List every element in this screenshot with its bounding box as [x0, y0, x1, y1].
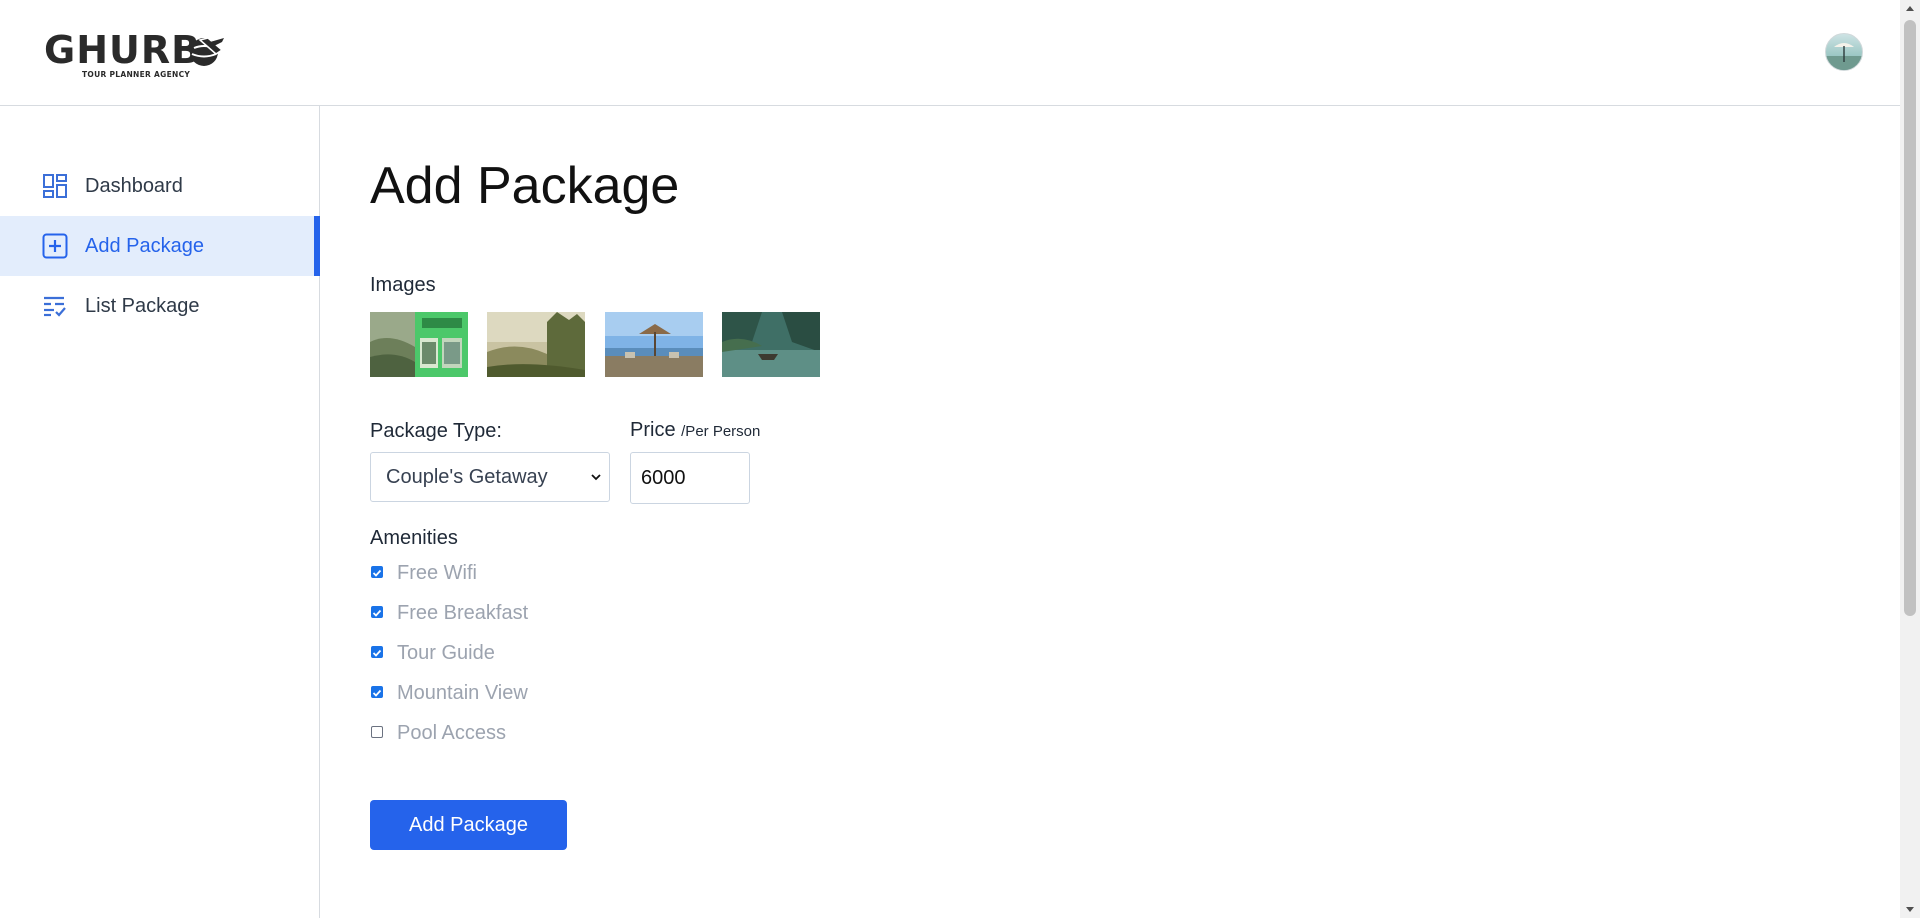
package-image-thumbnail[interactable] [370, 312, 468, 377]
checkmark-icon [372, 649, 382, 657]
amenity-label: Free Wifi [397, 562, 477, 584]
dashboard-icon [43, 174, 67, 198]
sidebar-item-dashboard[interactable]: Dashboard [0, 156, 319, 216]
page-title: Add Package [370, 157, 680, 215]
chevron-down-icon [591, 474, 601, 481]
checkbox[interactable] [371, 646, 383, 658]
package-type-value: Couple's Getaway [386, 466, 548, 488]
amenity-label: Mountain View [397, 682, 528, 704]
sidebar-item-label: Dashboard [85, 175, 183, 197]
checkmark-icon [372, 689, 382, 697]
scroll-up-button[interactable] [1900, 0, 1920, 17]
image-thumbnail-2 [487, 312, 585, 377]
sidebar-item-label: Add Package [85, 235, 204, 257]
images-label: Images [370, 274, 436, 296]
brand-name: GHURB [44, 28, 202, 72]
checkmark-icon [372, 569, 382, 577]
arrow-down-icon [1906, 907, 1914, 912]
globe-plane-icon [190, 37, 224, 66]
amenity-label: Pool Access [397, 722, 506, 744]
scroll-down-button[interactable] [1900, 901, 1920, 918]
amenity-label: Free Breakfast [397, 602, 529, 624]
list-check-icon [44, 296, 66, 317]
brand-logo[interactable]: GHURB TOUR PLANNER AGENCY [44, 28, 234, 80]
vertical-scrollbar[interactable] [1900, 0, 1920, 918]
image-thumbnail-3 [605, 312, 703, 377]
brand-tagline: TOUR PLANNER AGENCY [82, 70, 191, 79]
avatar-image [1826, 43, 1862, 70]
amenity-label: Tour Guide [397, 642, 495, 664]
image-thumbnail-4 [722, 312, 820, 377]
top-header: GHURB TOUR PLANNER AGENCY [0, 0, 1900, 106]
sidebar: Dashboard Add Package List Package [0, 106, 320, 918]
amenities-label: Amenities [370, 527, 458, 549]
sidebar-item-list-package[interactable]: List Package [0, 276, 319, 336]
package-image-thumbnail[interactable] [722, 312, 820, 377]
scroll-thumb[interactable] [1904, 20, 1916, 616]
arrow-up-icon [1906, 6, 1914, 11]
user-avatar[interactable] [1825, 33, 1863, 71]
package-type-label: Package Type: [370, 420, 502, 442]
price-unit-label: /Per Person [681, 423, 761, 440]
package-image-thumbnail[interactable] [487, 312, 585, 377]
sidebar-item-label: List Package [85, 295, 200, 317]
image-thumbnail-1 [370, 312, 468, 377]
checkbox[interactable] [371, 566, 383, 578]
checkbox[interactable] [371, 686, 383, 698]
checkmark-icon [372, 609, 382, 617]
price-input[interactable]: 6000 [630, 452, 750, 504]
checkbox[interactable] [371, 726, 383, 738]
checkbox[interactable] [371, 606, 383, 618]
package-image-thumbnail[interactable] [605, 312, 703, 377]
add-box-icon [42, 233, 68, 259]
price-label: Price /Per Person [630, 419, 760, 442]
add-package-button[interactable]: Add Package [370, 800, 567, 850]
sidebar-item-add-package[interactable]: Add Package [0, 216, 320, 276]
price-label-text: Price [630, 419, 676, 441]
package-type-select[interactable]: Couple's Getaway [370, 452, 610, 502]
price-value: 6000 [641, 467, 686, 489]
